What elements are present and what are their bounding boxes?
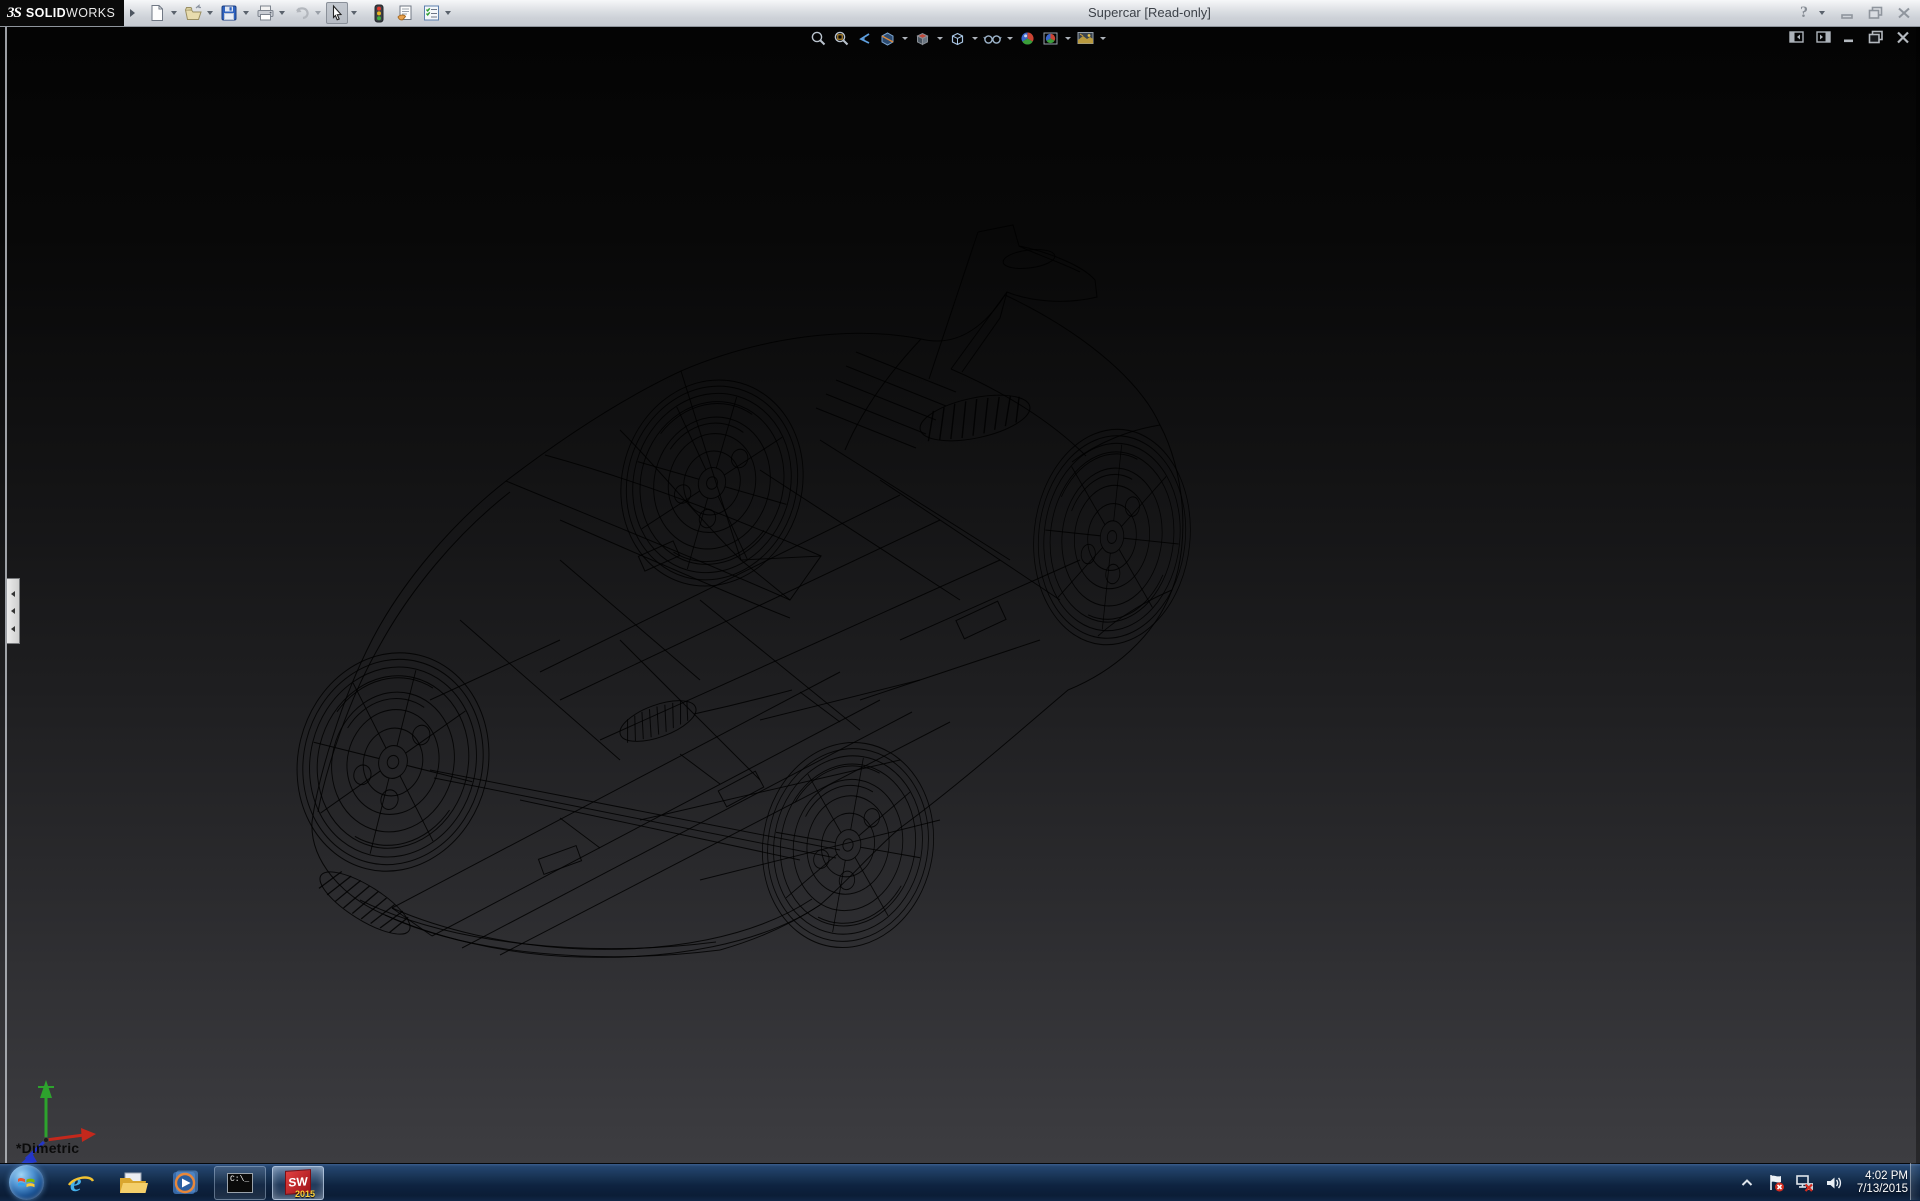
solidworks-logo[interactable]: 3S SOLIDWORKS <box>0 0 124 26</box>
view-settings-dropdown[interactable] <box>1098 28 1107 48</box>
doc-close-button[interactable] <box>1896 31 1910 44</box>
zoom-to-area-icon[interactable] <box>831 28 851 48</box>
display-style-icon[interactable] <box>947 28 967 48</box>
undo-icon <box>292 4 311 22</box>
save-floppy-icon <box>220 4 238 22</box>
media-player-icon <box>170 1169 200 1197</box>
minimize-button[interactable] <box>1838 4 1858 22</box>
titlebar: 3S SOLIDWORKS <box>0 0 1920 27</box>
section-view-dropdown[interactable] <box>900 28 909 48</box>
taskbar: e C:\_ SW <box>0 1163 1920 1201</box>
network-icon[interactable] <box>1795 1173 1815 1193</box>
graphics-area[interactable]: *Dimetric <box>0 26 1920 1163</box>
taskbar-windows-explorer[interactable] <box>110 1165 156 1200</box>
taskbar-media-player[interactable] <box>162 1165 208 1200</box>
print-button[interactable] <box>254 2 276 24</box>
hide-show-items-dropdown[interactable] <box>1005 28 1014 48</box>
taskbar-internet-explorer[interactable]: e <box>58 1165 104 1200</box>
file-properties-icon <box>396 4 415 22</box>
doc-restore-button[interactable] <box>1868 30 1884 44</box>
headsup-toolbar <box>808 28 1107 48</box>
pane-toggle-right-icon[interactable] <box>1816 31 1831 43</box>
view-orientation-label: *Dimetric <box>16 1140 79 1156</box>
select-dropdown[interactable] <box>348 2 359 24</box>
taskbar-clock[interactable]: 4:02 PM 7/13/2015 <box>1857 1170 1908 1196</box>
hide-show-items-icon[interactable] <box>982 28 1002 48</box>
open-button[interactable] <box>182 2 204 24</box>
close-button[interactable] <box>1894 4 1914 22</box>
options-button[interactable] <box>420 2 442 24</box>
document-window-controls <box>1789 30 1910 44</box>
new-document-button[interactable] <box>146 2 168 24</box>
apply-scene-dropdown[interactable] <box>1063 28 1072 48</box>
zoom-to-fit-icon[interactable] <box>808 28 828 48</box>
print-dropdown[interactable] <box>276 2 287 24</box>
pane-toggle-left-icon[interactable] <box>1789 31 1804 43</box>
solidworks-2015-icon: SW 2015 <box>283 1170 313 1197</box>
save-button[interactable] <box>218 2 240 24</box>
apply-scene-icon[interactable] <box>1040 28 1060 48</box>
undo-dropdown[interactable] <box>312 2 323 24</box>
open-dropdown[interactable] <box>204 2 215 24</box>
help-icon[interactable]: ? <box>1800 4 1808 22</box>
show-hidden-icons-button[interactable] <box>1737 1173 1757 1193</box>
doc-minimize-button[interactable] <box>1843 31 1856 43</box>
window-title: Supercar [Read-only] <box>1088 5 1211 20</box>
restore-button[interactable] <box>1866 4 1886 22</box>
view-orientation-icon[interactable] <box>912 28 932 48</box>
rebuild-button[interactable] <box>368 2 390 24</box>
taskbar-solidworks-2015[interactable]: SW 2015 <box>272 1166 324 1200</box>
brand-works: WORKS <box>66 6 115 20</box>
save-dropdown[interactable] <box>240 2 251 24</box>
new-dropdown[interactable] <box>168 2 179 24</box>
folder-icon <box>117 1170 149 1196</box>
view-orientation-dropdown[interactable] <box>935 28 944 48</box>
menu-flyout-arrow[interactable] <box>124 0 140 26</box>
volume-icon[interactable] <box>1824 1173 1844 1193</box>
undo-button[interactable] <box>290 2 312 24</box>
command-prompt-icon: C:\_ <box>227 1173 253 1193</box>
taskbar-command-prompt[interactable]: C:\_ <box>214 1166 266 1200</box>
traffic-light-icon <box>372 4 386 23</box>
feature-manager-splitter[interactable] <box>7 578 20 644</box>
help-dropdown[interactable] <box>1816 2 1827 24</box>
options-checklist-icon <box>422 4 441 22</box>
clock-date: 7/13/2015 <box>1857 1183 1908 1196</box>
viewport-right-edge <box>1916 26 1920 1163</box>
wireframe-car-model <box>0 26 1920 1163</box>
clock-time: 4:02 PM <box>1857 1170 1908 1183</box>
show-desktop-button[interactable] <box>1910 1163 1920 1200</box>
select-button[interactable] <box>326 2 348 24</box>
open-folder-icon <box>184 4 203 22</box>
internet-explorer-icon: e <box>66 1169 96 1197</box>
action-center-flag-icon[interactable] <box>1766 1173 1786 1193</box>
select-cursor-icon <box>328 4 346 22</box>
file-properties-button[interactable] <box>394 2 416 24</box>
new-document-icon <box>148 4 166 22</box>
view-settings-icon[interactable] <box>1075 28 1095 48</box>
windows-flag-icon <box>17 1174 36 1191</box>
section-view-icon[interactable] <box>877 28 897 48</box>
print-icon <box>256 4 275 22</box>
edit-appearance-icon[interactable] <box>1017 28 1037 48</box>
start-button[interactable] <box>9 1165 44 1200</box>
previous-view-icon[interactable] <box>854 28 874 48</box>
options-dropdown[interactable] <box>442 2 453 24</box>
brand-solid: SOLID <box>26 6 66 20</box>
dassault-logo-mark: 3S <box>7 5 21 22</box>
display-style-dropdown[interactable] <box>970 28 979 48</box>
